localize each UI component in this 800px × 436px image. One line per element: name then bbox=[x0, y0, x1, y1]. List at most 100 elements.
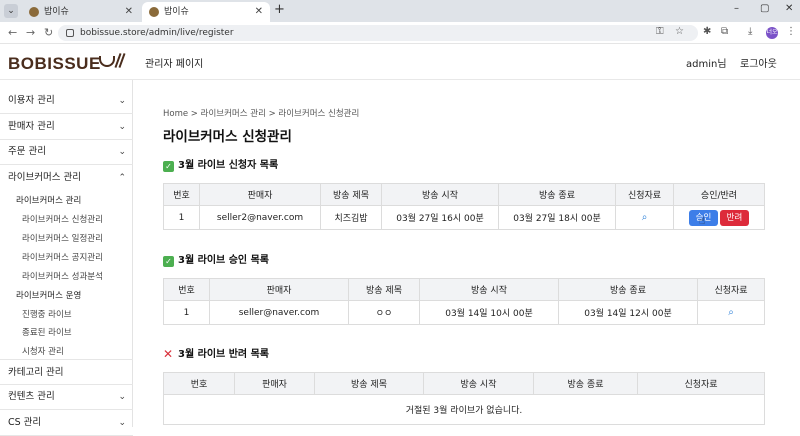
download-icon[interactable]: ⤓ bbox=[748, 26, 752, 37]
browser-tab-2[interactable]: 밥이슈 ✕ bbox=[142, 2, 270, 22]
sidebar-item-label: 카테고리 관리 bbox=[8, 367, 64, 378]
column-header: 신청자료 bbox=[697, 278, 765, 301]
column-header: 승인/반려 bbox=[673, 183, 765, 206]
cell-no: 1 bbox=[163, 205, 200, 230]
sidebar-subitem-live-register[interactable]: 라이브커머스 신청관리 bbox=[22, 213, 103, 225]
mouse-cursor-icon: ☝ bbox=[699, 216, 706, 227]
column-header: 방송 시작 bbox=[419, 278, 559, 301]
tab-list-button[interactable]: ⌄ bbox=[4, 4, 18, 18]
sidebar-subitem-live-schedule[interactable]: 라이브커머스 일정관리 bbox=[22, 232, 103, 244]
cell-title: 치즈김밥 bbox=[320, 205, 382, 230]
puzzle-icon[interactable]: ⧉ bbox=[721, 26, 728, 37]
sidebar-subitem-live-ended[interactable]: 종료된 라이브 bbox=[22, 326, 72, 338]
cell-seller: seller@naver.com bbox=[209, 300, 349, 325]
sidebar-item-orders[interactable]: 주문 관리 ⌄ bbox=[0, 139, 133, 165]
column-header: 방송 종료 bbox=[558, 278, 698, 301]
breadcrumb: Home > 라이브커머스 관리 > 라이브커머스 신청관리 bbox=[163, 109, 360, 119]
sidebar-item-live-commerce[interactable]: 라이브커머스 관리 ⌃ bbox=[0, 165, 133, 191]
sidebar-subitem-live-notice[interactable]: 라이브커머스 공지관리 bbox=[22, 251, 103, 263]
back-icon[interactable]: ← bbox=[8, 26, 17, 39]
column-header: 번호 bbox=[163, 372, 235, 395]
section-title-text: 3월 라이브 승인 목록 bbox=[178, 255, 270, 266]
app-title: 관리자 페이지 bbox=[145, 59, 204, 70]
sidebar-item-cs[interactable]: CS 관리 ⌄ bbox=[0, 410, 133, 436]
sidebar-item-label: 주문 관리 bbox=[8, 146, 46, 157]
column-header: 방송 제목 bbox=[320, 183, 382, 206]
table-row: 1 seller2@naver.com 치즈김밥 03월 27일 16시 00분… bbox=[163, 205, 765, 230]
search-icon[interactable]: ⌕ bbox=[642, 212, 648, 223]
table-row: 1 seller@naver.com ㅇㅇ 03월 14일 10시 00분 03… bbox=[163, 300, 765, 325]
sidebar-item-label: 판매자 관리 bbox=[8, 121, 55, 132]
chevron-down-icon: ⌄ bbox=[118, 122, 126, 132]
extension-icon[interactable]: ✱ bbox=[703, 26, 711, 37]
rejected-section-title: ✕ 3월 라이브 반려 목록 bbox=[163, 345, 269, 361]
sidebar-item-label: CS 관리 bbox=[8, 417, 42, 428]
column-header: 방송 제목 bbox=[314, 372, 424, 395]
section-title-text: 3월 라이브 반려 목록 bbox=[178, 349, 270, 360]
user-label: admin님 bbox=[686, 59, 727, 70]
minimize-icon[interactable]: – bbox=[734, 3, 739, 14]
menu-dots-icon[interactable]: ⋮ bbox=[786, 26, 796, 37]
bookmark-star-icon[interactable]: ☆ bbox=[675, 26, 684, 37]
sidebar-item-label: 라이브커머스 관리 bbox=[8, 172, 81, 183]
sidebar-item-label: 컨텐츠 관리 bbox=[8, 391, 55, 402]
sidebar-item-label: 이용자 관리 bbox=[8, 95, 55, 106]
close-window-icon[interactable]: ✕ bbox=[785, 3, 793, 14]
sidebar-subitem-live-analytics[interactable]: 라이브커머스 성과분석 bbox=[22, 270, 103, 282]
reload-icon[interactable]: ↻ bbox=[44, 26, 53, 39]
sidebar-subitem-live-ongoing[interactable]: 진행중 라이브 bbox=[22, 308, 72, 320]
sidebar-subgroup-live-manage[interactable]: 라이브커머스 관리 bbox=[16, 194, 81, 206]
column-header: 방송 시작 bbox=[381, 183, 499, 206]
close-tab-icon[interactable]: ✕ bbox=[255, 2, 263, 22]
column-header: 방송 시작 bbox=[423, 372, 534, 395]
sidebar-subgroup-live-operation[interactable]: 라이브커머스 운영 bbox=[16, 289, 81, 301]
chevron-down-icon: ⌄ bbox=[118, 392, 126, 402]
logo[interactable]: BOBISSUE bbox=[8, 54, 101, 74]
sidebar-subitem-viewers[interactable]: 시청자 관리 bbox=[22, 345, 64, 357]
url-field[interactable]: bobissue.store/admin/live/register bbox=[58, 25, 698, 41]
search-icon[interactable]: ⌕ bbox=[728, 307, 734, 318]
new-tab-button[interactable]: + bbox=[274, 2, 285, 17]
sidebar-item-contents[interactable]: 컨텐츠 관리 ⌄ bbox=[0, 384, 133, 410]
rejected-table: 번호 판매자 방송 제목 방송 시작 방송 종료 신청자료 거절된 3월 라이브… bbox=[163, 372, 765, 425]
cell-document: ⌕ bbox=[615, 205, 674, 230]
profile-avatar[interactable]: 너오 bbox=[766, 27, 778, 39]
sidebar: 이용자 관리 ⌄ 판매자 관리 ⌄ 주문 관리 ⌄ 라이브커머스 관리 ⌃ 라이… bbox=[0, 80, 133, 436]
sidebar-item-sellers[interactable]: 판매자 관리 ⌄ bbox=[0, 114, 133, 140]
column-header: 판매자 bbox=[234, 372, 315, 395]
tab-title: 밥이슈 bbox=[44, 7, 69, 17]
column-header: 번호 bbox=[163, 183, 200, 206]
cell-start: 03월 14일 10시 00분 bbox=[419, 300, 559, 325]
close-tab-icon[interactable]: ✕ bbox=[125, 2, 133, 22]
password-key-icon[interactable]: ⚿ bbox=[656, 26, 664, 37]
cell-seller: seller2@naver.com bbox=[199, 205, 321, 230]
site-info-icon[interactable] bbox=[66, 29, 74, 37]
browser-tab-1[interactable]: 밥이슈 ✕ bbox=[22, 2, 140, 22]
applicants-section-title: ✓ 3월 라이브 신청자 목록 bbox=[163, 156, 278, 172]
forward-icon[interactable]: → bbox=[26, 26, 35, 39]
column-header: 판매자 bbox=[199, 183, 321, 206]
empty-message: 거절된 3월 라이브가 없습니다. bbox=[163, 394, 765, 425]
maximize-icon[interactable]: ▢ bbox=[760, 3, 769, 14]
chevron-down-icon: ⌄ bbox=[118, 147, 126, 157]
chevron-down-icon: ⌄ bbox=[118, 418, 126, 428]
check-icon: ✓ bbox=[163, 256, 174, 267]
favicon-icon bbox=[149, 7, 159, 17]
cell-end: 03월 14일 12시 00분 bbox=[558, 300, 698, 325]
cell-start: 03월 27일 16시 00분 bbox=[381, 205, 499, 230]
logout-link[interactable]: 로그아웃 bbox=[740, 55, 777, 70]
reject-button[interactable]: 반려 bbox=[720, 209, 749, 226]
sidebar-item-category[interactable]: 카테고리 관리 bbox=[0, 359, 133, 385]
column-header: 방송 제목 bbox=[348, 278, 420, 301]
approved-section-title: ✓ 3월 라이브 승인 목록 bbox=[163, 251, 269, 267]
empty-row: 거절된 3월 라이브가 없습니다. bbox=[163, 394, 765, 425]
address-bar-row: ← → ↻ bobissue.store/admin/live/register… bbox=[0, 22, 800, 44]
cell-actions: 승인 반려 bbox=[673, 205, 765, 230]
column-header: 번호 bbox=[163, 278, 210, 301]
sidebar-item-users[interactable]: 이용자 관리 ⌄ bbox=[0, 88, 133, 114]
cell-title: ㅇㅇ bbox=[348, 300, 420, 325]
page-title: 라이브커머스 신청관리 bbox=[163, 129, 292, 145]
column-header: 방송 종료 bbox=[533, 372, 638, 395]
url-text: bobissue.store/admin/live/register bbox=[80, 28, 234, 38]
cell-end: 03월 27일 18시 00분 bbox=[498, 205, 616, 230]
